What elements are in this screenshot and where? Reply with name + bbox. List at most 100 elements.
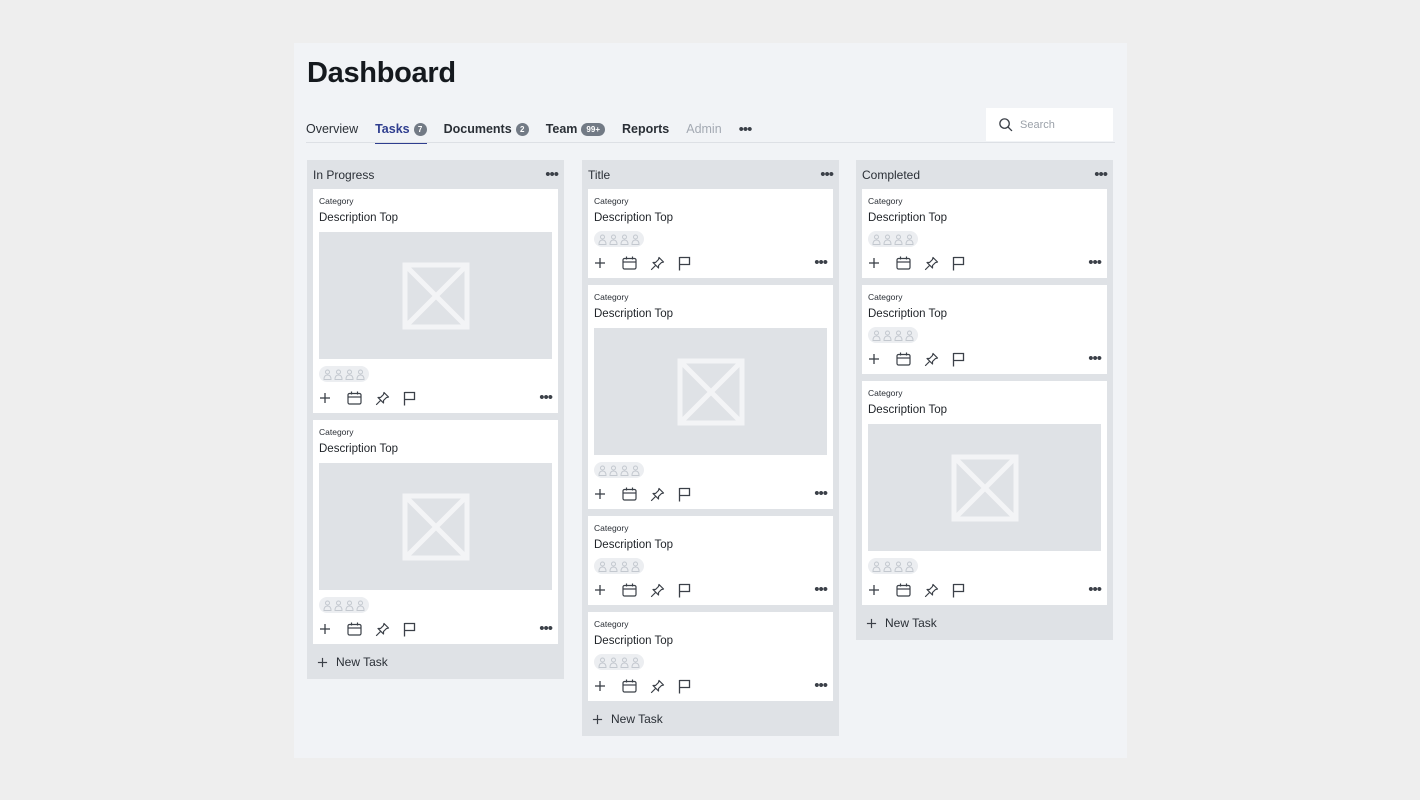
assignee-avatars[interactable] (594, 558, 644, 574)
user-icon (883, 330, 892, 341)
new-task-button[interactable]: New Task (588, 708, 833, 730)
card-more-button[interactable]: ••• (1088, 255, 1102, 270)
calendar-icon (622, 583, 637, 597)
card-description: Description Top (594, 539, 674, 551)
tab-overview[interactable]: Overview (306, 115, 358, 143)
card-more-button[interactable]: ••• (814, 255, 828, 270)
column-title: In Progress (313, 167, 375, 182)
add-button[interactable] (868, 254, 896, 272)
assignee-avatars[interactable] (868, 231, 918, 247)
task-card[interactable]: Category Description Top ••• (588, 285, 833, 509)
tab-tasks[interactable]: Tasks 7 (375, 115, 427, 144)
assignee-avatars[interactable] (594, 654, 644, 670)
add-button[interactable] (319, 389, 347, 407)
column-more-button[interactable]: ••• (820, 167, 834, 182)
search-input[interactable] (1020, 118, 1100, 131)
task-card[interactable]: Category Description Top ••• (588, 612, 833, 701)
plus-icon (595, 681, 605, 691)
flag-button[interactable] (678, 581, 706, 599)
user-icon (609, 465, 618, 476)
add-button[interactable] (868, 350, 896, 368)
flag-button[interactable] (678, 485, 706, 503)
flag-button[interactable] (678, 254, 706, 272)
card-category: Category (594, 619, 629, 629)
task-card[interactable]: Category Description Top ••• (862, 285, 1107, 374)
due-date-button[interactable] (896, 254, 924, 272)
pin-button[interactable] (650, 677, 678, 695)
due-date-button[interactable] (622, 485, 650, 503)
task-card[interactable]: Category Description Top ••• (588, 189, 833, 278)
tab-reports[interactable]: Reports (622, 115, 669, 143)
tab-count-badge: 2 (515, 122, 529, 136)
card-more-button[interactable]: ••• (539, 390, 553, 405)
assignee-avatars[interactable] (868, 327, 918, 343)
new-task-button[interactable]: New Task (862, 612, 1107, 634)
pin-button[interactable] (650, 581, 678, 599)
assignee-avatars[interactable] (594, 462, 644, 478)
card-more-button[interactable]: ••• (814, 582, 828, 597)
due-date-button[interactable] (347, 389, 375, 407)
pin-button[interactable] (650, 485, 678, 503)
card-actions: ••• (319, 389, 553, 407)
flag-icon (403, 622, 416, 636)
pin-button[interactable] (924, 254, 952, 272)
card-more-button[interactable]: ••• (814, 486, 828, 501)
due-date-button[interactable] (896, 581, 924, 599)
tab-documents[interactable]: Documents 2 (444, 115, 529, 143)
column-more-button[interactable]: ••• (545, 167, 559, 182)
avatar (630, 656, 641, 669)
add-button[interactable] (594, 581, 622, 599)
tab-admin: Admin (686, 115, 721, 143)
flag-button[interactable] (952, 254, 980, 272)
avatar (355, 368, 366, 381)
assignee-avatars[interactable] (868, 558, 918, 574)
pin-button[interactable] (924, 350, 952, 368)
search-box[interactable] (986, 108, 1113, 141)
tab-team[interactable]: Team 99+ (546, 115, 605, 143)
card-more-button[interactable]: ••• (1088, 582, 1102, 597)
due-date-button[interactable] (347, 620, 375, 638)
add-button[interactable] (594, 254, 622, 272)
flag-button[interactable] (952, 350, 980, 368)
card-more-button[interactable]: ••• (539, 621, 553, 636)
pin-button[interactable] (375, 620, 403, 638)
due-date-button[interactable] (622, 581, 650, 599)
new-task-button[interactable]: New Task (313, 651, 558, 673)
card-category: Category (319, 196, 354, 206)
task-card[interactable]: Category Description Top ••• (862, 381, 1107, 605)
task-card[interactable]: Category Description Top ••• (313, 189, 558, 413)
card-more-button[interactable]: ••• (1088, 351, 1102, 366)
flag-button[interactable] (403, 389, 431, 407)
flag-button[interactable] (952, 581, 980, 599)
pin-button[interactable] (924, 581, 952, 599)
assignee-avatars[interactable] (319, 366, 369, 382)
add-button[interactable] (594, 677, 622, 695)
task-card[interactable]: Category Description Top ••• (588, 516, 833, 605)
card-more-button[interactable]: ••• (814, 678, 828, 693)
user-icon (598, 561, 607, 572)
add-button[interactable] (868, 581, 896, 599)
assignee-avatars[interactable] (594, 231, 644, 247)
pin-button[interactable] (650, 254, 678, 272)
add-button[interactable] (594, 485, 622, 503)
column-completed: Completed ••• Category Description Top •… (856, 160, 1113, 640)
new-task-label: New Task (885, 616, 937, 630)
avatar (630, 464, 641, 477)
due-date-button[interactable] (622, 254, 650, 272)
flag-button[interactable] (403, 620, 431, 638)
user-icon (894, 234, 903, 245)
due-date-button[interactable] (622, 677, 650, 695)
task-card[interactable]: Category Description Top ••• (313, 420, 558, 644)
flag-button[interactable] (678, 677, 706, 695)
assignee-avatars[interactable] (319, 597, 369, 613)
tabs-more-button[interactable]: ••• (739, 115, 753, 143)
avatar (608, 233, 619, 246)
new-task-label: New Task (611, 712, 663, 726)
pin-button[interactable] (375, 389, 403, 407)
pin-icon (924, 352, 939, 366)
column-more-button[interactable]: ••• (1094, 167, 1108, 182)
due-date-button[interactable] (896, 350, 924, 368)
avatar (630, 560, 641, 573)
task-card[interactable]: Category Description Top ••• (862, 189, 1107, 278)
add-button[interactable] (319, 620, 347, 638)
